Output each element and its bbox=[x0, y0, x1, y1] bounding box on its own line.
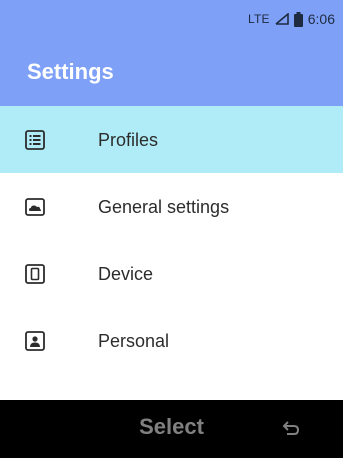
signal-icon bbox=[275, 13, 289, 25]
status-bar: LTE 6:06 bbox=[0, 0, 343, 37]
menu-item-label: Device bbox=[98, 264, 154, 284]
list-icon bbox=[25, 130, 45, 150]
settings-menu: Profiles General settings Device Persona… bbox=[0, 106, 343, 374]
app-header: Settings bbox=[0, 37, 343, 106]
menu-item-general-settings[interactable]: General settings bbox=[0, 173, 343, 240]
menu-item-personal[interactable]: Personal bbox=[0, 307, 343, 374]
back-icon[interactable] bbox=[281, 420, 301, 438]
device-icon bbox=[25, 264, 45, 284]
cloud-icon bbox=[25, 197, 45, 217]
page-title: Settings bbox=[27, 59, 114, 84]
softkey-bar: Select bbox=[0, 400, 343, 458]
menu-item-device[interactable]: Device bbox=[0, 240, 343, 307]
menu-item-profiles[interactable]: Profiles bbox=[0, 106, 343, 173]
menu-item-label: Profiles bbox=[98, 130, 159, 150]
clock: 6:06 bbox=[307, 11, 335, 27]
menu-item-label: Personal bbox=[98, 331, 170, 351]
status-indicators: LTE 6:06 bbox=[248, 9, 335, 29]
person-icon bbox=[25, 331, 45, 351]
network-type: LTE bbox=[248, 12, 270, 26]
menu-item-label: General settings bbox=[98, 197, 230, 217]
battery-icon bbox=[293, 11, 303, 27]
screen: LTE 6:06 Settings Profiles General setti… bbox=[0, 0, 343, 458]
